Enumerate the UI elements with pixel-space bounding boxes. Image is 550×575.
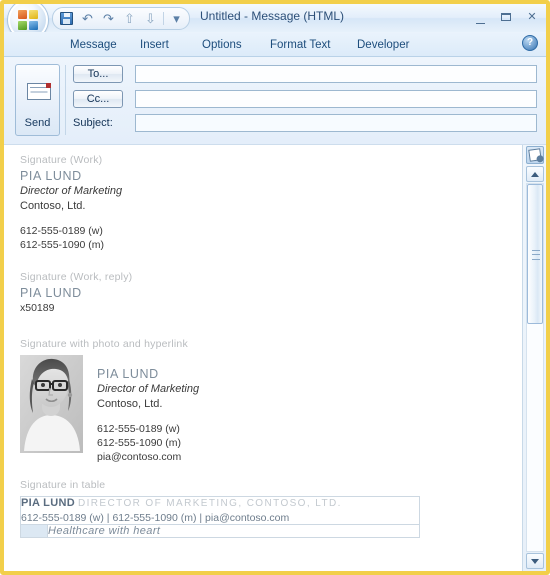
- message-body[interactable]: Signature (Work) PIA LUND Director of Ma…: [4, 145, 522, 571]
- signature-phone-mobile: 612-555-1090 (m): [97, 437, 182, 449]
- subject-input[interactable]: [135, 114, 537, 132]
- signature-work-reply: Signature (Work, reply) PIA LUND x50189: [4, 270, 522, 315]
- window-client-area: ↶ ↷ ⇧ ⇩ ▾ Untitled - Message (HTML) ✕ Me…: [4, 4, 546, 571]
- help-icon[interactable]: ?: [522, 35, 538, 51]
- window-controls: ✕: [470, 8, 542, 26]
- previous-item-button[interactable]: ⇧: [120, 10, 139, 27]
- close-button[interactable]: ✕: [522, 8, 542, 26]
- down-arrow-icon: [531, 559, 539, 564]
- compose-header: Send To... Cc... Subject:: [4, 57, 546, 145]
- undo-arrow-icon: ↶: [82, 11, 93, 26]
- signature-photo-text: PIA LUND Director of Marketing Contoso, …: [97, 355, 199, 464]
- signature-company: Contoso, Ltd.: [97, 398, 163, 410]
- table-cell-contact: PIA LUND DIRECTOR OF MARKETING, CONTOSO,…: [20, 496, 420, 525]
- maximize-button[interactable]: [496, 8, 516, 26]
- scrollbar-thumb[interactable]: [527, 184, 543, 324]
- signature-table-grid: PIA LUND DIRECTOR OF MARKETING, CONTOSO,…: [20, 496, 420, 538]
- save-button[interactable]: [57, 10, 76, 27]
- toolbar-divider: [163, 12, 164, 25]
- message-body-area: Signature (Work) PIA LUND Director of Ma…: [4, 144, 546, 571]
- signature-photo: Signature with photo and hyperlink PIA L…: [4, 337, 522, 464]
- signature-phone-mobile: 612-555-1090 (m): [20, 239, 105, 251]
- up-arrow-icon: [531, 172, 539, 177]
- signature-name: PIA LUND: [20, 169, 82, 183]
- to-button[interactable]: To...: [73, 65, 123, 83]
- subject-label: Subject:: [73, 117, 113, 129]
- next-item-button[interactable]: ⇩: [141, 10, 160, 27]
- signature-title: Director of Marketing: [97, 383, 200, 395]
- minimize-button[interactable]: [470, 8, 490, 26]
- scroll-down-button[interactable]: [526, 553, 544, 569]
- send-button-label: Send: [24, 117, 51, 129]
- redo-arrow-icon: ↷: [103, 11, 114, 26]
- window-title: Untitled - Message (HTML): [200, 9, 345, 23]
- signature-caption: Signature (Work): [20, 154, 103, 166]
- cc-button[interactable]: Cc...: [73, 90, 123, 108]
- signature-caption: Signature in table: [20, 479, 106, 491]
- quick-access-toolbar: ↶ ↷ ⇧ ⇩ ▾: [52, 7, 190, 30]
- signature-caption: Signature (Work, reply): [20, 271, 133, 283]
- signature-name: PIA LUND: [20, 286, 82, 300]
- customize-qat-button[interactable]: ▾: [167, 10, 186, 27]
- office-logo-icon: [18, 10, 40, 32]
- to-input[interactable]: [135, 65, 537, 83]
- title-bar: ↶ ↷ ⇧ ⇩ ▾ Untitled - Message (HTML) ✕: [4, 4, 546, 40]
- signature-caption: Signature with photo and hyperlink: [20, 338, 188, 350]
- signature-extension: x50189: [20, 302, 55, 314]
- send-button[interactable]: Send: [15, 64, 60, 136]
- table-cell-color-swatch: [20, 524, 48, 538]
- tab-format-text[interactable]: Format Text: [260, 35, 341, 55]
- scrollbar-track[interactable]: [526, 183, 544, 552]
- table-row: PIA LUND DIRECTOR OF MARKETING, CONTOSO,…: [20, 496, 420, 525]
- down-arrow-icon: ⇩: [145, 11, 156, 26]
- header-divider: [65, 65, 66, 135]
- message-window: ↶ ↷ ⇧ ⇩ ▾ Untitled - Message (HTML) ✕ Me…: [0, 0, 550, 575]
- body-scrollbar[interactable]: [522, 145, 546, 571]
- signature-company: Contoso, Ltd.: [20, 200, 86, 212]
- grip-icon: [532, 250, 540, 260]
- undo-button[interactable]: ↶: [78, 10, 97, 27]
- signature-name-line: PIA LUND DIRECTOR OF MARKETING, CONTOSO,…: [21, 497, 419, 509]
- tab-options[interactable]: Options: [192, 35, 252, 55]
- ribbon-tab-strip: Message Insert Options Format Text Devel…: [4, 32, 546, 57]
- portrait-photo-icon: [20, 355, 83, 453]
- signature-role: DIRECTOR OF MARKETING, CONTOSO, LTD.: [78, 498, 342, 509]
- floppy-disk-icon: [60, 12, 73, 25]
- tab-message[interactable]: Message: [60, 35, 127, 55]
- signature-name: PIA LUND: [97, 367, 159, 381]
- signature-phone-work: 612-555-0189 (w): [20, 225, 103, 237]
- browse-object-icon: [528, 148, 542, 162]
- signature-email-link[interactable]: pia@contoso.com: [97, 450, 199, 464]
- tab-insert[interactable]: Insert: [130, 35, 179, 55]
- signature-title: Director of Marketing: [20, 185, 123, 197]
- up-arrow-icon: ⇧: [124, 11, 135, 26]
- signature-work: Signature (Work) PIA LUND Director of Ma…: [4, 153, 522, 252]
- redo-button[interactable]: ↷: [99, 10, 118, 27]
- signature-name: PIA LUND: [21, 497, 75, 509]
- send-envelope-icon: [27, 83, 51, 100]
- signature-table: Signature in table PIA LUND DIRECTOR OF …: [4, 478, 522, 538]
- tab-developer[interactable]: Developer: [347, 35, 419, 55]
- signature-contact-line: 612-555-0189 (w) | 612-555-1090 (m) | pi…: [21, 512, 290, 524]
- signature-phone-work: 612-555-0189 (w): [97, 423, 180, 435]
- chevron-down-icon: ▾: [173, 11, 180, 26]
- table-row: Healthcare with heart: [20, 524, 420, 538]
- cc-input[interactable]: [135, 90, 537, 108]
- signature-tagline: Healthcare with heart: [47, 524, 420, 538]
- select-browse-object-button[interactable]: [526, 146, 544, 164]
- scroll-up-button[interactable]: [526, 166, 544, 182]
- signature-photo-image: [20, 355, 83, 453]
